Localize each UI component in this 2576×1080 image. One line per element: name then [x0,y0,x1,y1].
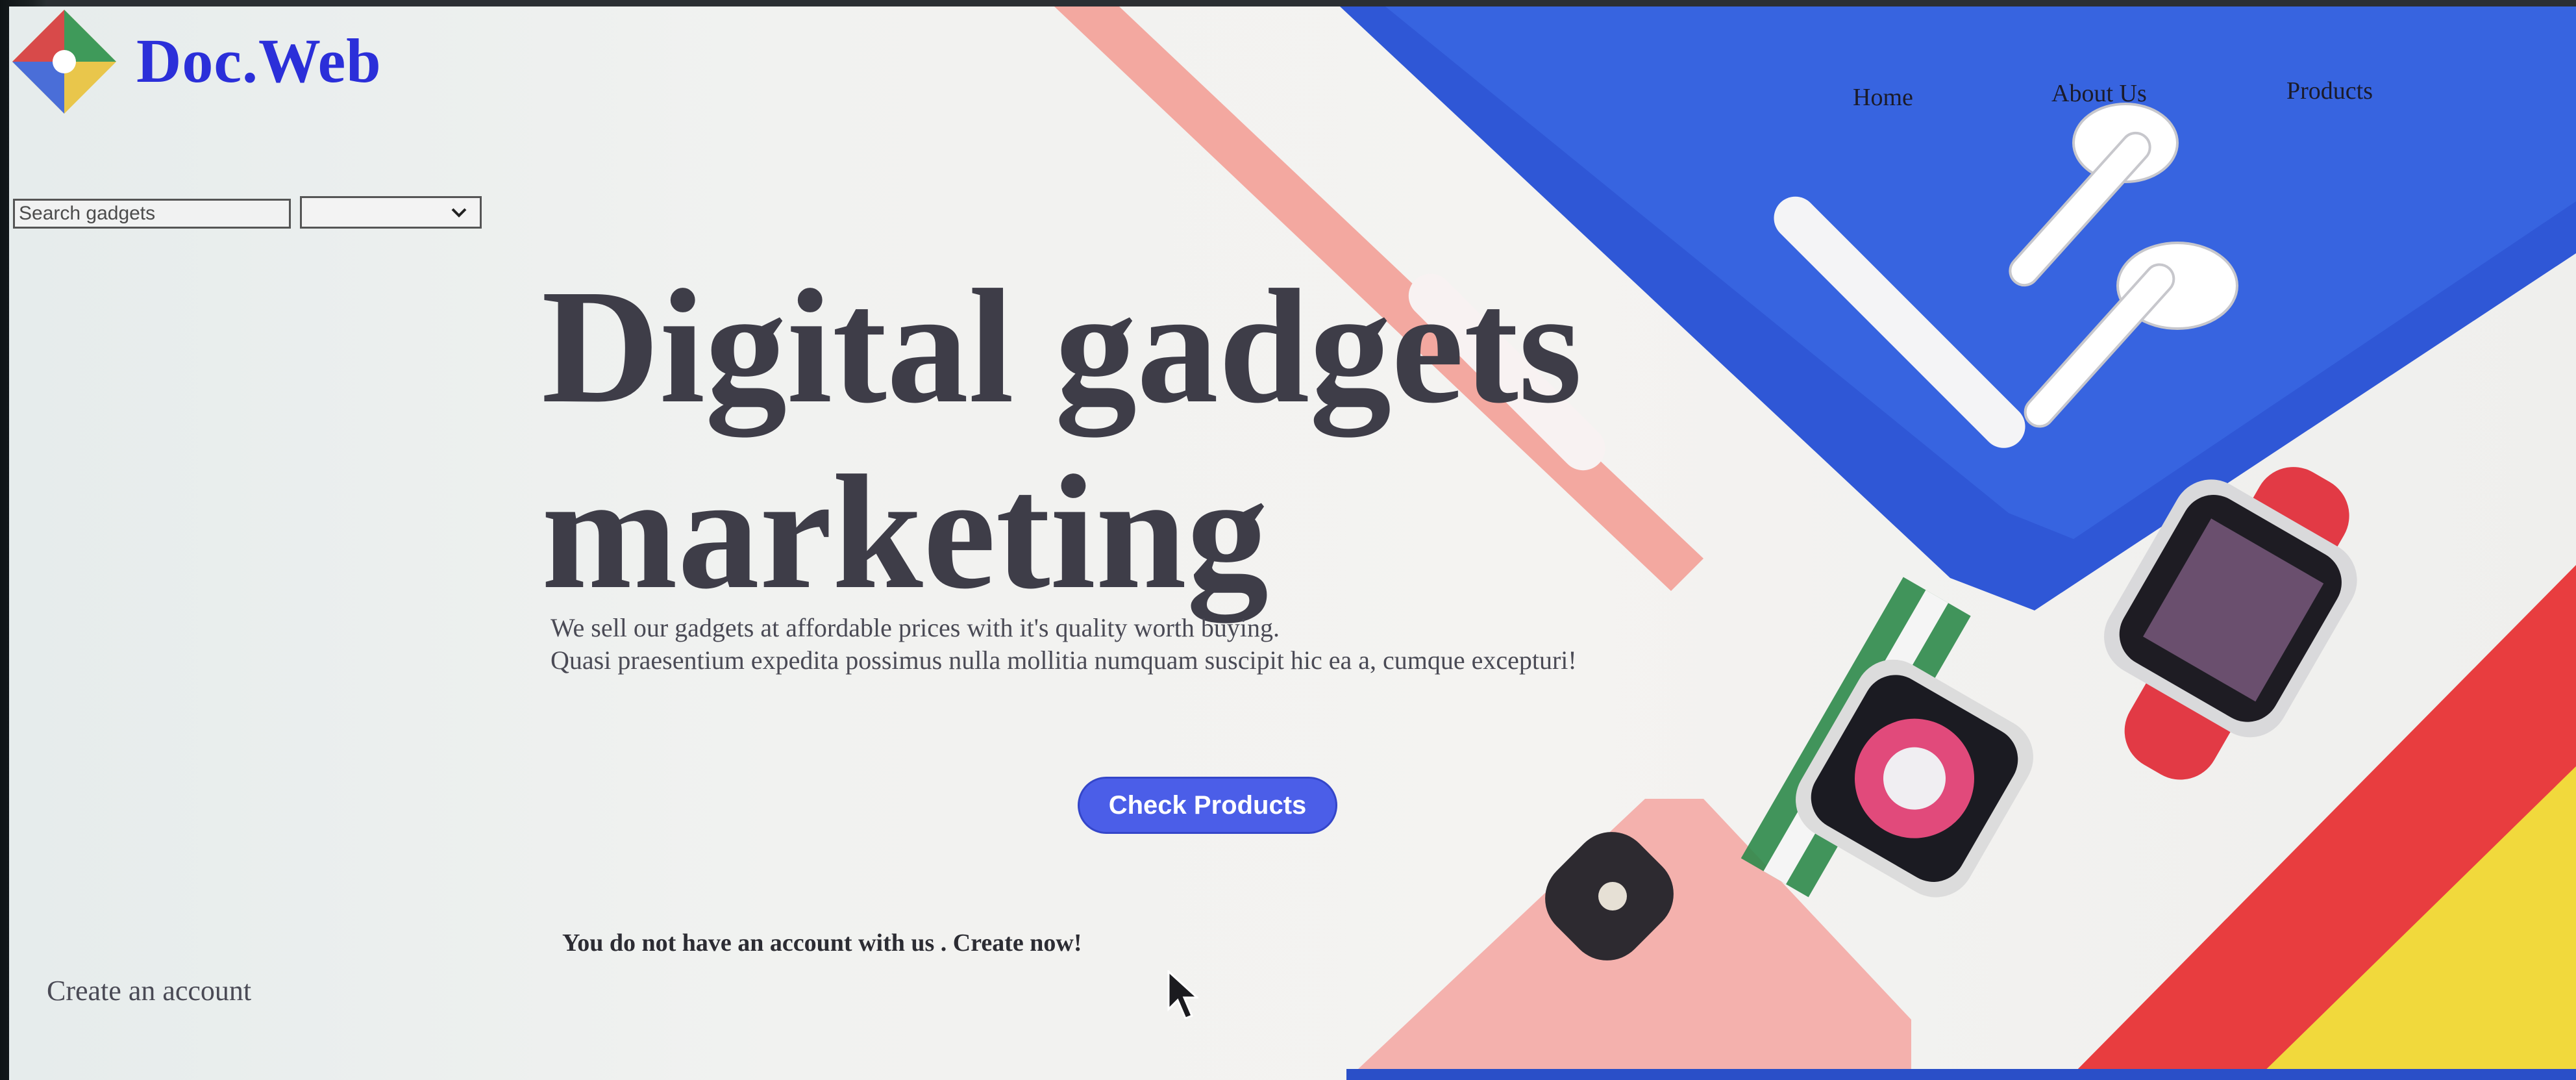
nav-about-us[interactable]: About Us [2051,79,2147,108]
hero-subtitle: We sell our gadgets at affordable prices… [551,612,1577,677]
mouse-pointer-icon [1167,970,1198,1020]
create-account-link[interactable]: Create an account [47,974,251,1007]
hero-title-line-1: Digital gadgets [541,255,1582,437]
account-prompt: You do not have an account with us . Cre… [562,929,1082,957]
logo-icon[interactable] [9,6,119,117]
web-page: Doc.Web Home About Us Products Digital g… [9,6,2576,1080]
nav-home[interactable]: Home [1853,83,1913,112]
hero-title: Digital gadgets marketing [541,253,1582,625]
search-input[interactable] [13,199,291,229]
hero-subtitle-line-1: We sell our gadgets at affordable prices… [551,613,1280,642]
nav-products[interactable]: Products [2286,77,2373,105]
brand-name[interactable]: Doc.Web [136,25,382,97]
category-select[interactable] [300,196,482,229]
check-products-button[interactable]: Check Products [1078,777,1337,834]
bottom-accent-bar [1346,1069,2576,1080]
hero-title-line-2: marketing [541,441,1269,623]
chevron-down-icon [451,208,467,218]
hero-subtitle-line-2: Quasi praesentium expedita possimus null… [551,646,1577,675]
